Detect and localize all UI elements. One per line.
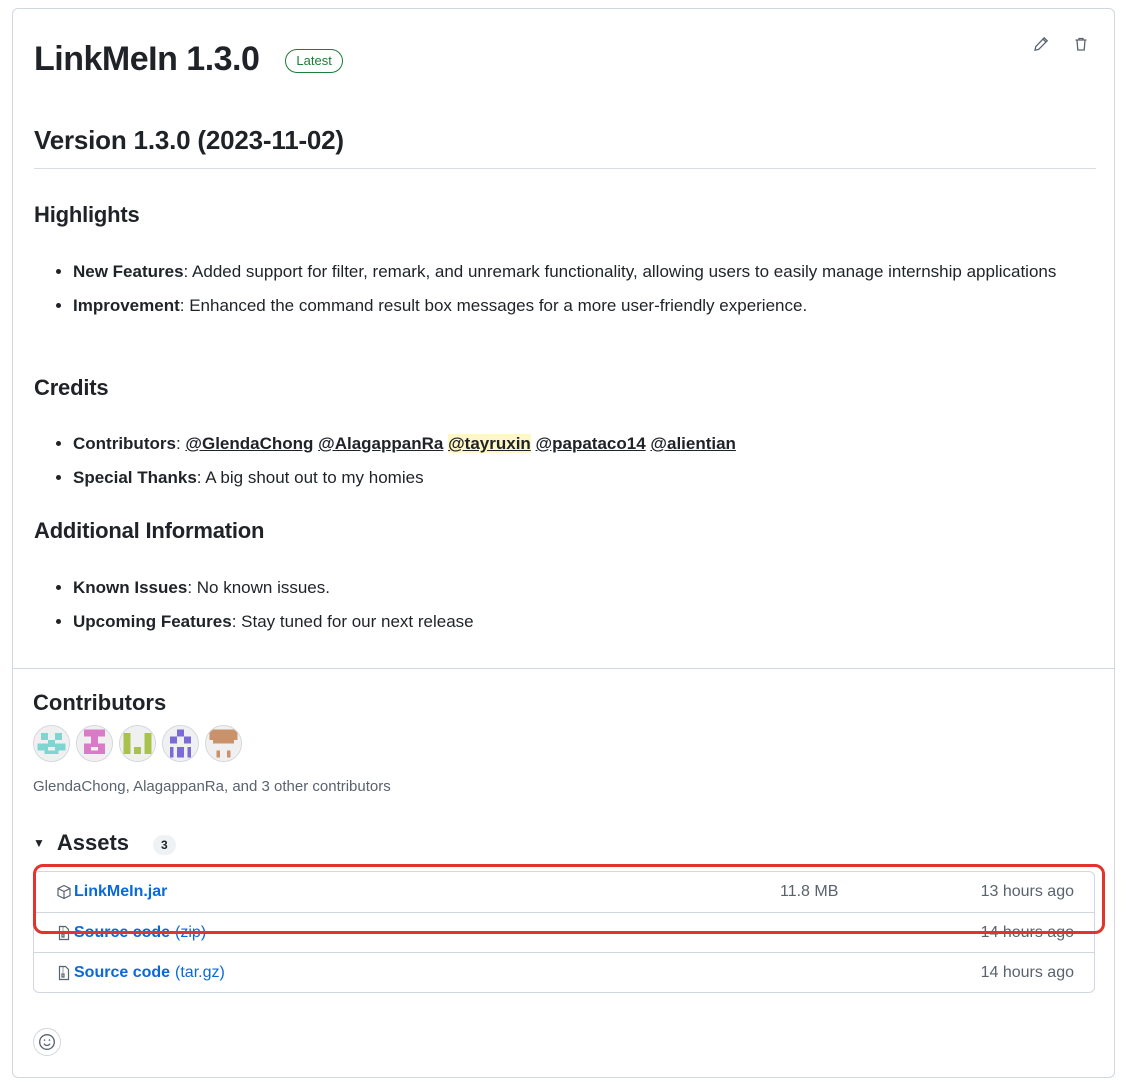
list-item: Contributors: @GlendaChong @AlagappanRa … (73, 429, 1063, 459)
list-item: Upcoming Features: Stay tuned for our ne… (73, 607, 1063, 637)
asset-time: 13 hours ago (980, 883, 1074, 900)
avatar[interactable] (162, 725, 199, 762)
item-text: : Enhanced the command result box messag… (179, 296, 808, 315)
list-item: Improvement: Enhanced the command result… (73, 291, 1063, 321)
assets-toggle[interactable]: ▼ Assets 3 (33, 830, 176, 856)
item-label: Contributors (73, 434, 176, 453)
asset-row: Source code (zip) 14 hours ago (34, 912, 1094, 952)
additional-info-heading: Additional Information (34, 518, 265, 543)
asset-size: 11.8 MB (780, 883, 839, 900)
asset-link-source-zip[interactable]: Source code (zip) (56, 913, 206, 953)
asset-ext: (zip) (175, 924, 207, 941)
mention-tayruxin[interactable]: @tayruxin (448, 434, 531, 453)
contributors-heading: Contributors (33, 690, 167, 715)
asset-name: LinkMeIn.jar (74, 883, 168, 900)
release-actions (1032, 35, 1090, 53)
avatar[interactable] (33, 725, 70, 762)
smiley-icon (39, 1034, 55, 1050)
item-label: New Features (73, 262, 184, 281)
asset-row: LinkMeIn.jar 11.8 MB 13 hours ago (34, 872, 1094, 912)
file-zip-icon (58, 925, 70, 941)
asset-name: Source code (74, 964, 171, 981)
release-title-row: LinkMeIn 1.3.0 Latest (34, 39, 343, 79)
package-icon (57, 884, 71, 900)
mention-glendachong[interactable]: @GlendaChong (185, 434, 313, 453)
item-text: : Stay tuned for our next release (231, 612, 474, 631)
item-label: Upcoming Features (73, 612, 232, 631)
contributors-summary: GlendaChong, AlagappanRa, and 3 other co… (33, 778, 391, 795)
latest-badge: Latest (285, 49, 343, 73)
highlights-heading: Highlights (34, 202, 140, 227)
credits-heading: Credits (34, 375, 109, 400)
list-item: Special Thanks: A big shout out to my ho… (73, 463, 1063, 493)
asset-row: Source code (tar.gz) 14 hours ago (34, 952, 1094, 992)
item-label: Improvement (73, 296, 180, 315)
item-text: : Added support for filter, remark, and … (183, 262, 1057, 281)
pencil-icon[interactable] (1032, 35, 1050, 53)
assets-heading: Assets (56, 830, 130, 855)
caret-down-icon: ▼ (33, 836, 45, 850)
avatar[interactable] (76, 725, 113, 762)
version-heading: Version 1.3.0 (2023-11-02) (34, 125, 1096, 169)
mention-alagappanra[interactable]: @AlagappanRa (318, 434, 443, 453)
item-sep: : (175, 434, 186, 453)
assets-list: LinkMeIn.jar 11.8 MB 13 hours ago Source… (33, 871, 1095, 993)
additional-info-list: Known Issues: No known issues. Upcoming … (53, 573, 1063, 637)
asset-ext: (tar.gz) (175, 964, 225, 981)
asset-link-source-tar-gz[interactable]: Source code (tar.gz) (56, 953, 225, 993)
asset-link-linkmein-jar[interactable]: LinkMeIn.jar (56, 872, 167, 912)
file-zip-icon (58, 965, 70, 981)
list-item: New Features: Added support for filter, … (73, 257, 1063, 287)
list-item: Known Issues: No known issues. (73, 573, 1063, 603)
asset-time: 14 hours ago (980, 923, 1074, 941)
mention-papataco14[interactable]: @papataco14 (536, 434, 646, 453)
item-text: : A big shout out to my homies (196, 468, 424, 487)
asset-time: 14 hours ago (980, 963, 1074, 981)
add-reaction-button[interactable] (33, 1028, 61, 1056)
item-label: Known Issues (73, 578, 188, 597)
trash-icon[interactable] (1072, 35, 1090, 53)
release-title: LinkMeIn 1.3.0 (34, 40, 260, 78)
asset-name: Source code (74, 924, 171, 941)
contributor-avatars (33, 725, 242, 762)
release-body: LinkMeIn 1.3.0 Latest Version 1.3.0 (202… (13, 9, 1114, 668)
item-label: Special Thanks (73, 468, 197, 487)
highlights-list: New Features: Added support for filter, … (53, 257, 1063, 321)
mention-alientian[interactable]: @alientian (650, 434, 736, 453)
avatar[interactable] (119, 725, 156, 762)
credits-list: Contributors: @GlendaChong @AlagappanRa … (53, 429, 1063, 493)
assets-count-badge: 3 (153, 835, 176, 855)
item-text: : No known issues. (187, 578, 330, 597)
avatar[interactable] (205, 725, 242, 762)
